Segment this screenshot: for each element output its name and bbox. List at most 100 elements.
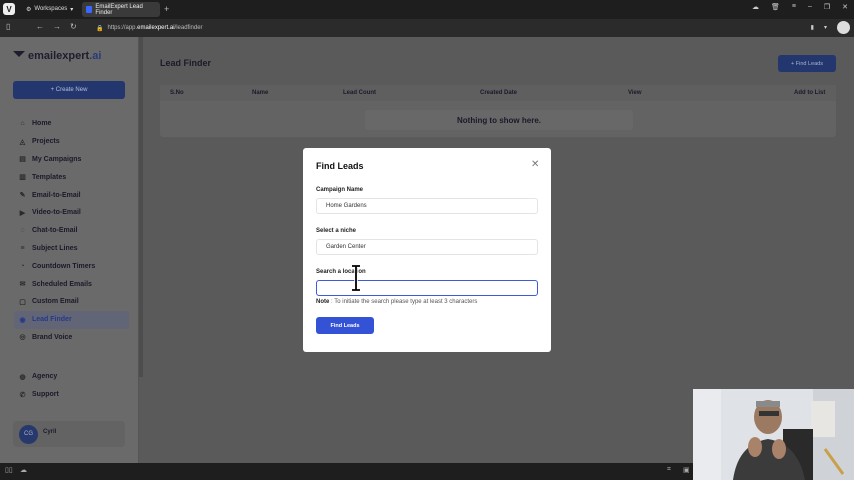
col-sno: S.No	[170, 90, 184, 96]
support-icon: ✆	[19, 391, 26, 399]
campaigns-icon: ▤	[19, 156, 26, 164]
video-icon: ▶	[19, 209, 26, 217]
menu-icon[interactable]: ≡	[792, 3, 796, 11]
image-toggle-icon[interactable]: ▣	[683, 466, 690, 474]
sidebar-item-label: Support	[32, 391, 59, 399]
sync-cloud-icon[interactable]: ☁	[20, 466, 27, 474]
reload-icon[interactable]: ↻	[70, 22, 77, 31]
extension-menu-icon[interactable]: ▾	[824, 24, 827, 31]
sidebar-scrollbar[interactable]	[139, 37, 143, 377]
timer-icon: ◔	[20, 262, 25, 270]
text-cursor-icon	[352, 265, 360, 291]
sidebar-item-label: My Campaigns	[32, 155, 82, 163]
url-field[interactable]: 🔒 https://app.emailexpert.ai/leadfinder	[96, 22, 203, 34]
sidebar-item-label: Custom Email	[32, 298, 79, 306]
table-header: S.No Name Lead Count Created Date View A…	[160, 85, 836, 101]
col-name: Name	[252, 90, 269, 96]
sidebar-item-custom-email[interactable]: ▢ Custom Email	[14, 293, 129, 311]
sidebar-item-home[interactable]: ⌂ Home	[14, 115, 129, 133]
sidebar-nav: ⌂ Home ◬ Projects ▤ My Campaigns ▥ Templates ✎ Em…	[14, 115, 129, 346]
envelope-logo-icon	[13, 51, 25, 57]
back-icon[interactable]: ←	[36, 22, 44, 31]
new-tab-icon[interactable]: +	[164, 4, 169, 14]
sidebar-item-lead-finder[interactable]: ◉ Lead Finder	[14, 310, 129, 329]
minimize-icon[interactable]: –	[808, 3, 812, 11]
sidebar-item-my-campaigns[interactable]: ▤ My Campaigns	[14, 151, 129, 169]
niche-label: Select a niche	[316, 228, 357, 234]
user-email-redacted	[43, 435, 56, 440]
user-card[interactable]: CG Cyril	[13, 421, 125, 447]
restore-icon[interactable]: ❐	[824, 3, 830, 11]
templates-icon: ▥	[19, 174, 26, 182]
browser-tab[interactable]: EmailExpert Lead Finder	[82, 2, 160, 17]
sidebar-item-brand-voice[interactable]: ◎ Brand Voice	[14, 329, 129, 347]
cloud-icon[interactable]: ☁	[752, 3, 759, 11]
modal-title: Find Leads	[316, 161, 364, 171]
brand-logo[interactable]: emailexpert.ai	[13, 50, 101, 62]
find-leads-submit-button[interactable]: Find Leads	[316, 317, 374, 334]
find-leads-header-button[interactable]: + Find Leads	[778, 55, 836, 72]
create-new-button[interactable]: + Create New	[13, 81, 125, 99]
leads-table: S.No Name Lead Count Created Date View A…	[160, 85, 836, 137]
location-search-input[interactable]	[316, 280, 538, 296]
tab-favicon-icon	[86, 6, 93, 13]
close-icon[interactable]: ✕	[531, 159, 539, 170]
projects-icon: ◬	[19, 138, 26, 146]
close-window-icon[interactable]: ✕	[842, 3, 848, 11]
address-bar: ▯ ← → ↻ 🔒 https://app.emailexpert.ai/lea…	[0, 19, 854, 37]
col-view: View	[628, 90, 642, 96]
sidebar-item-agency[interactable]: ◍ Agency	[14, 368, 129, 386]
sidebar-item-scheduled-emails[interactable]: ✉ Scheduled Emails	[14, 275, 129, 293]
custom-icon: ▢	[19, 298, 26, 306]
note-text: Note : To initiate the search please typ…	[316, 299, 478, 305]
avatar: CG	[19, 424, 38, 444]
sidebar-item-label: Brand Voice	[32, 333, 73, 341]
campaign-name-label: Campaign Name	[316, 187, 364, 193]
sidebar-item-label: Agency	[32, 373, 58, 381]
user-name: Cyril	[43, 428, 57, 435]
lead-icon: ◉	[19, 316, 26, 324]
window-controls: ☁ 🗑 ≡ – ❐ ✕	[752, 3, 848, 11]
sidebar-toggle-icon[interactable]: ▯	[6, 22, 10, 31]
col-add-to-list: Add to List	[794, 90, 826, 96]
tab-title: EmailExpert Lead Finder	[95, 3, 143, 16]
sidebar-item-label: Countdown Timers	[32, 262, 96, 270]
profile-avatar[interactable]	[837, 21, 850, 34]
sidebar-item-label: Chat-to-Email	[32, 227, 78, 235]
sidebar-item-subject-lines[interactable]: ≡ Subject Lines	[14, 240, 129, 258]
sidebar-item-projects[interactable]: ◬ Projects	[14, 133, 129, 151]
sidebar-item-countdown-timers[interactable]: ◔ Countdown Timers	[14, 257, 129, 275]
schedule-icon: ✉	[19, 281, 26, 289]
sidebar: emailexpert.ai + Create New ⌂ Home ◬ Projec…	[0, 37, 139, 463]
campaign-name-input[interactable]: Home Gardens	[316, 198, 538, 214]
bookmark-icon[interactable]: ▮	[811, 24, 814, 31]
sidebar-item-label: Video-to-Email	[32, 209, 81, 217]
panel-toggle-icon[interactable]: ▯▯	[5, 466, 13, 474]
webcam-person-image	[693, 389, 854, 480]
chat-icon: ◌	[20, 227, 25, 235]
agency-icon: ◍	[19, 373, 26, 381]
workspaces-icon: ⚙	[26, 6, 32, 13]
capture-icon[interactable]: ⌗	[667, 466, 671, 474]
sidebar-item-templates[interactable]: ▥ Templates	[14, 168, 129, 186]
browser-logo-icon[interactable]: V	[3, 3, 15, 15]
workspaces-label: Workspaces	[34, 6, 68, 12]
subject-icon: ≡	[20, 244, 25, 252]
webcam-video-overlay	[693, 389, 854, 480]
chevron-down-icon: ▾	[70, 6, 74, 13]
sidebar-item-email-to-email[interactable]: ✎ Email-to-Email	[14, 186, 129, 204]
sidebar-item-support[interactable]: ✆ Support	[14, 386, 129, 404]
sidebar-item-label: Projects	[32, 138, 60, 146]
trash-icon[interactable]: 🗑	[771, 3, 780, 11]
empty-state: Nothing to show here.	[365, 110, 633, 130]
col-created-date: Created Date	[480, 90, 518, 96]
lock-icon: 🔒	[96, 25, 104, 32]
sidebar-item-label: Home	[32, 120, 52, 128]
workspaces-menu[interactable]: ⚙ Workspaces ▾	[26, 3, 73, 15]
sidebar-item-chat-to-email[interactable]: ◌ Chat-to-Email	[14, 222, 129, 240]
sidebar-item-label: Subject Lines	[32, 244, 78, 252]
sidebar-item-label: Templates	[32, 173, 67, 181]
forward-icon[interactable]: →	[53, 22, 61, 31]
sidebar-item-video-to-email[interactable]: ▶ Video-to-Email	[14, 204, 129, 222]
niche-select[interactable]: Garden Center	[316, 239, 538, 255]
